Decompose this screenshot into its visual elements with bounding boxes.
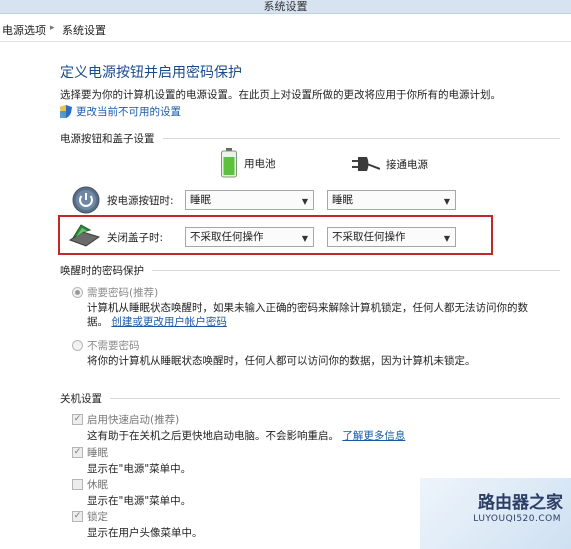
- fast-startup-checkbox[interactable]: ✓: [72, 414, 83, 425]
- breadcrumb-separator-icon: ▸: [50, 23, 55, 33]
- fast-startup-desc: 这有助于在关机之后更快地启动电脑。不会影响重启。 了解更多信息: [87, 428, 405, 443]
- lock-desc: 显示在用户头像菜单中。: [87, 527, 203, 539]
- require-password-label: 需要密码(推荐): [87, 287, 159, 299]
- hibernate-checkbox[interactable]: [72, 479, 83, 490]
- lid-close-battery-value: 不采取任何操作: [190, 231, 264, 243]
- title-bar: 系统设置: [0, 0, 571, 14]
- hibernate-desc: 显示在"电源"菜单中。: [87, 495, 192, 507]
- chevron-down-icon: ▼: [443, 197, 450, 206]
- power-button-battery-value: 睡眠: [190, 194, 211, 206]
- password-section-heading-text: 唤醒时的密码保护: [60, 265, 144, 277]
- plugged-in-column-header: 接通电源: [352, 155, 428, 173]
- divider: [110, 398, 560, 399]
- chevron-down-icon: ▼: [443, 234, 450, 243]
- watermark: 路由器之家 LUYOUQI520.COM: [420, 478, 571, 549]
- require-password-desc-tail: 据。: [87, 316, 108, 328]
- battery-label: 用电池: [244, 157, 276, 170]
- power-button-label: 按电源按钮时:: [107, 195, 174, 207]
- sleep-label: 睡眠: [87, 447, 108, 459]
- power-plug-icon: [352, 157, 380, 171]
- lock-label: 锁定: [87, 511, 108, 523]
- watermark-url: LUYOUQI520.COM: [473, 514, 561, 524]
- hibernate-label: 休眠: [87, 479, 108, 491]
- lid-close-battery-select[interactable]: 不采取任何操作 ▼: [185, 227, 314, 247]
- sleep-desc: 显示在"电源"菜单中。: [87, 463, 192, 475]
- require-password-radio[interactable]: [72, 287, 83, 298]
- chevron-down-icon: ▼: [301, 234, 308, 243]
- sleep-checkbox[interactable]: ✓: [72, 447, 83, 458]
- battery-column-header: 用电池: [220, 148, 276, 178]
- power-section-heading: 电源按钮和盖子设置: [60, 131, 560, 146]
- no-password-desc: 将你的计算机从睡眠状态唤醒时，任何人都可以访问你的数据，因为计算机未锁定。: [87, 355, 476, 367]
- no-password-radio[interactable]: [72, 340, 83, 351]
- change-link-label: 更改当前不可用的设置: [76, 106, 181, 118]
- lid-close-plugged-select[interactable]: 不采取任何操作 ▼: [327, 227, 456, 247]
- require-password-desc: 计算机从睡眠状态唤醒时，如果未输入正确的密码来解除计算机锁定，任何人都无法访问你…: [87, 302, 528, 314]
- power-icon: [72, 186, 100, 214]
- power-button-plugged-value: 睡眠: [332, 194, 353, 206]
- breadcrumb-system-settings[interactable]: 系统设置: [62, 22, 106, 38]
- fast-startup-desc-text: 这有助于在关机之后更快地启动电脑。不会影响重启。: [87, 430, 339, 442]
- shutdown-section-heading: 关机设置: [60, 391, 560, 406]
- power-button-battery-select[interactable]: 睡眠 ▼: [185, 190, 314, 210]
- require-password-desc-2: 据。 创建或更改用户帐户密码: [87, 314, 227, 329]
- divider: [162, 138, 560, 139]
- power-section-heading-text: 电源按钮和盖子设置: [60, 133, 155, 145]
- breadcrumb-power-options[interactable]: 电源选项: [2, 22, 46, 38]
- laptop-lid-icon: [68, 224, 100, 247]
- lid-close-label: 关闭盖子时:: [107, 232, 164, 244]
- create-password-link[interactable]: 创建或更改用户帐户密码: [111, 316, 227, 328]
- chevron-down-icon: ▼: [301, 197, 308, 206]
- power-button-plugged-select[interactable]: 睡眠 ▼: [327, 190, 456, 210]
- watermark-text: 路由器之家: [478, 493, 563, 513]
- page-subtitle: 选择要为你的计算机设置的电源设置。在此页上对设置所做的更改将应用于你所有的电源计…: [60, 89, 501, 101]
- no-password-label: 不需要密码: [87, 340, 140, 352]
- breadcrumb: 电源选项 ▸ 系统设置: [0, 14, 571, 42]
- plugged-in-label: 接通电源: [386, 158, 428, 171]
- uac-shield-icon: [60, 105, 72, 118]
- change-unavailable-settings-link[interactable]: 更改当前不可用的设置: [60, 104, 181, 119]
- password-section-heading: 唤醒时的密码保护: [60, 263, 560, 278]
- page-title: 定义电源按钮并启用密码保护: [60, 65, 242, 81]
- window-title: 系统设置: [263, 0, 308, 13]
- lid-close-plugged-value: 不采取任何操作: [332, 231, 406, 243]
- shutdown-section-heading-text: 关机设置: [60, 393, 102, 405]
- battery-icon: [221, 148, 237, 178]
- fast-startup-label: 启用快速启动(推荐): [87, 414, 180, 426]
- learn-more-link[interactable]: 了解更多信息: [342, 430, 405, 442]
- lock-checkbox[interactable]: ✓: [72, 511, 83, 522]
- divider: [152, 270, 560, 271]
